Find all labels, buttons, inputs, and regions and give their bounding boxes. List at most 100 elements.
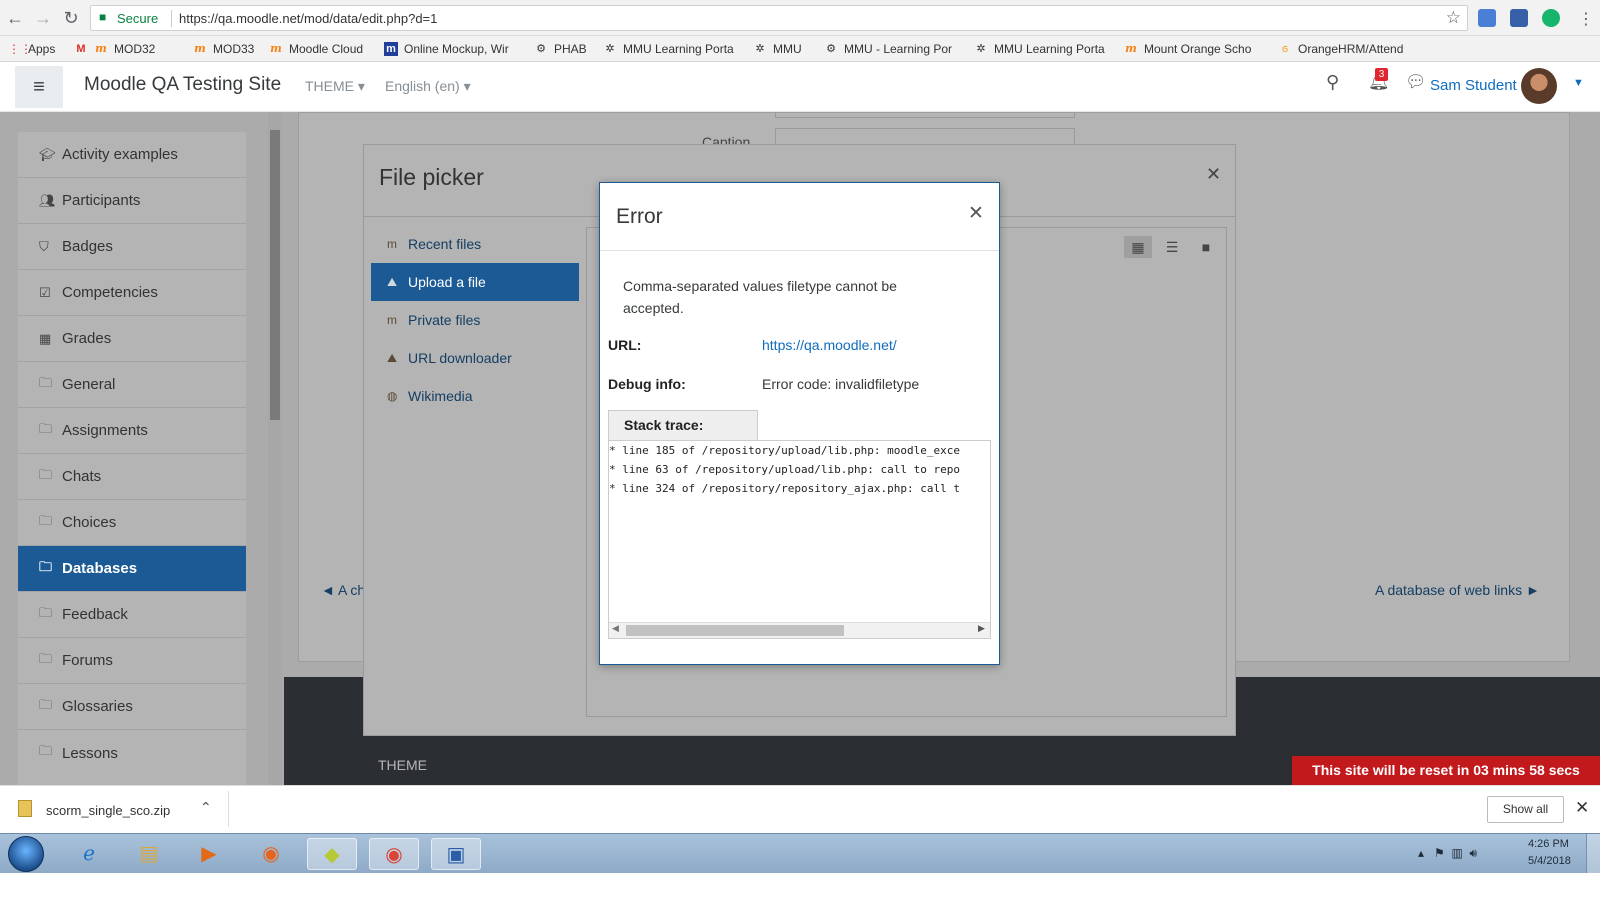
close-icon[interactable]: ✕ <box>1206 164 1221 185</box>
repo-private-files[interactable]: m Private files <box>371 301 579 339</box>
mockup-icon: m <box>384 42 398 56</box>
bookmark-moodle-cloud[interactable]: m Moodle Cloud <box>269 40 363 58</box>
clock-date[interactable]: 5/4/2018 <box>1528 855 1571 867</box>
table-icon: ▦ <box>39 330 52 346</box>
stack-trace-scrollbar-thumb[interactable] <box>626 625 844 636</box>
chrome-icon[interactable]: ◉ <box>369 838 419 870</box>
caret-down-icon[interactable]: ▼ <box>1573 77 1584 89</box>
moodle-icon: m <box>1125 42 1137 55</box>
folder-view-icon[interactable]: ■ <box>1192 236 1220 258</box>
grammarly-extension-icon[interactable] <box>1542 9 1560 27</box>
clock-time[interactable]: 4:26 PM <box>1528 838 1569 850</box>
reload-icon[interactable]: ↻ <box>60 7 82 29</box>
bookmark-mmu-learning-portal[interactable]: ✲ MMU Learning Porta <box>603 40 733 58</box>
nav-item-forums[interactable]: 🗀︎ Forums <box>18 638 246 684</box>
nav-item-label: Glossaries <box>62 698 133 715</box>
repo-wikimedia[interactable]: ◍ Wikimedia <box>371 377 579 415</box>
site-title[interactable]: Moodle QA Testing Site <box>84 74 281 96</box>
nav-item-badges[interactable]: ⛉ Badges <box>18 224 246 270</box>
nav-item-grades[interactable]: ▦ Grades <box>18 316 246 362</box>
browser-menu-icon[interactable]: ⋮ <box>1578 9 1594 29</box>
previous-activity-link[interactable]: ◄ A ch <box>321 582 365 598</box>
scroll-right-icon[interactable]: ▶ <box>978 623 985 634</box>
nav-item-choices[interactable]: 🗀︎ Choices <box>18 500 246 546</box>
nav-item-label: Choices <box>62 514 117 531</box>
nav-item-label: Feedback <box>62 606 128 623</box>
bookmark-mmu[interactable]: ✲ MMU <box>753 40 801 58</box>
nav-item-activity-examples[interactable]: 🎓︎ Activity examples <box>18 132 246 178</box>
close-icon[interactable]: ✕ <box>968 202 984 225</box>
search-icon[interactable]: ⚲ <box>1326 72 1339 93</box>
nav-item-assignments[interactable]: 🗀︎ Assignments <box>18 408 246 454</box>
volume-icon[interactable]: 🔊︎ <box>1470 846 1478 860</box>
show-desktop-button[interactable] <box>1586 834 1600 873</box>
repo-label: Wikimedia <box>408 388 473 404</box>
close-icon[interactable]: ✕ <box>1575 798 1589 818</box>
nav-item-lessons[interactable]: 🗀︎ Lessons <box>18 730 246 776</box>
bookmark-mod32[interactable]: Mm MOD32 <box>74 40 155 58</box>
avatar[interactable] <box>1521 68 1557 104</box>
download-bar <box>0 785 1600 833</box>
windows-start-icon[interactable] <box>8 836 44 872</box>
bookmark-online-mockup[interactable]: m Online Mockup, Wir <box>384 40 509 58</box>
download-file-name[interactable]: scorm_single_sco.zip <box>46 803 170 818</box>
media-player-icon[interactable]: ▶ <box>184 838 234 870</box>
nav-item-label: Grades <box>62 330 112 347</box>
scroll-left-icon[interactable]: ◀ <box>612 623 619 634</box>
language-menu[interactable]: English (en) ▾ <box>385 78 471 95</box>
repo-url-downloader[interactable]: ⛰ URL downloader <box>371 339 579 377</box>
bookmark-star-icon[interactable]: ☆ <box>1446 8 1461 28</box>
show-all-button[interactable]: Show all <box>1487 796 1564 823</box>
nav-item-competencies[interactable]: ☑ Competencies <box>18 270 246 316</box>
nav-item-glossaries[interactable]: 🗀︎ Glossaries <box>18 684 246 730</box>
grid-view-icon[interactable]: ▦ <box>1124 236 1152 258</box>
firefox-icon[interactable]: ◉ <box>246 838 296 870</box>
repo-upload-a-file[interactable]: ⛰ Upload a file <box>371 263 579 301</box>
hamburger-menu-icon[interactable]: ≡ <box>15 66 63 108</box>
bookmark-mod33[interactable]: m MOD33 <box>193 40 254 58</box>
windows-taskbar <box>0 833 1600 873</box>
bookmark-orangehrm[interactable]: ϭ OrangeHRM/Attend <box>1278 40 1403 58</box>
chevron-up-icon[interactable]: ▴ <box>1418 846 1424 860</box>
moodle-icon: m <box>95 42 107 55</box>
graduation-cap-icon: 🎓︎ <box>39 146 56 162</box>
bookmark-label: Mount Orange Scho <box>1144 42 1252 56</box>
bookmark-mmu-learning-porta-2[interactable]: ✲ MMU Learning Porta <box>974 40 1104 58</box>
theme-menu[interactable]: THEME ▾ <box>305 78 365 95</box>
list-view-icon[interactable]: ☰ <box>1158 236 1186 258</box>
bookmark-mmu-learning-por[interactable]: ⚙ MMU - Learning Por <box>824 40 952 58</box>
translate-extension-icon[interactable] <box>1478 9 1496 27</box>
bookmark-apps[interactable]: ⋮⋮ Apps <box>8 40 55 58</box>
nav-item-chats[interactable]: 🗀︎ Chats <box>18 454 246 500</box>
url-text[interactable]: https://qa.moodle.net/mod/data/edit.php?… <box>179 11 437 26</box>
repo-recent-files[interactable]: m Recent files <box>371 225 579 263</box>
next-activity-link[interactable]: A database of web links ► <box>1375 582 1540 598</box>
url-downloader-icon: ⛰ <box>387 350 398 365</box>
extension-icon[interactable] <box>1510 9 1528 27</box>
bookmark-mount-orange[interactable]: m Mount Orange Scho <box>1124 40 1251 58</box>
flag-icon[interactable]: ⚑ <box>1434 846 1445 860</box>
bookmark-phab[interactable]: ⚙ PHAB <box>534 40 587 58</box>
secure-label: Secure <box>117 11 159 26</box>
moodle-icon: m <box>387 313 397 327</box>
forward-icon[interactable]: → <box>32 7 54 29</box>
nav-item-feedback[interactable]: 🗀︎ Feedback <box>18 592 246 638</box>
address-bar[interactable]: ■ Secure https://qa.moodle.net/mod/data/… <box>90 5 1468 31</box>
internet-explorer-icon[interactable]: ℯ <box>64 838 114 870</box>
sticky-notes-icon[interactable]: ◆ <box>307 838 357 870</box>
drawer-scrollbar-thumb[interactable] <box>270 130 280 420</box>
system-tray[interactable]: ▴ ⚑ ▥ 🔊︎ <box>1418 846 1477 861</box>
file-explorer-icon[interactable]: ▤ <box>124 838 174 870</box>
nav-item-general[interactable]: 🗀︎ General <box>18 362 246 408</box>
nav-item-label: Chats <box>62 468 102 485</box>
image-viewer-icon[interactable]: ▣ <box>431 838 481 870</box>
user-name[interactable]: Sam Student <box>1430 77 1517 94</box>
back-icon[interactable]: ← <box>4 7 26 29</box>
chevron-up-icon[interactable]: ⌃ <box>200 799 212 816</box>
url-link[interactable]: https://qa.moodle.net/ <box>762 337 897 353</box>
network-icon[interactable]: ▥ <box>1451 846 1462 860</box>
nav-item-databases[interactable]: 🗀︎ Databases <box>18 546 246 592</box>
chat-bubble-icon[interactable]: 💬︎ <box>1405 72 1427 92</box>
nav-item-label: Activity examples <box>62 146 178 163</box>
nav-item-participants[interactable]: 👥︎ Participants <box>18 178 246 224</box>
